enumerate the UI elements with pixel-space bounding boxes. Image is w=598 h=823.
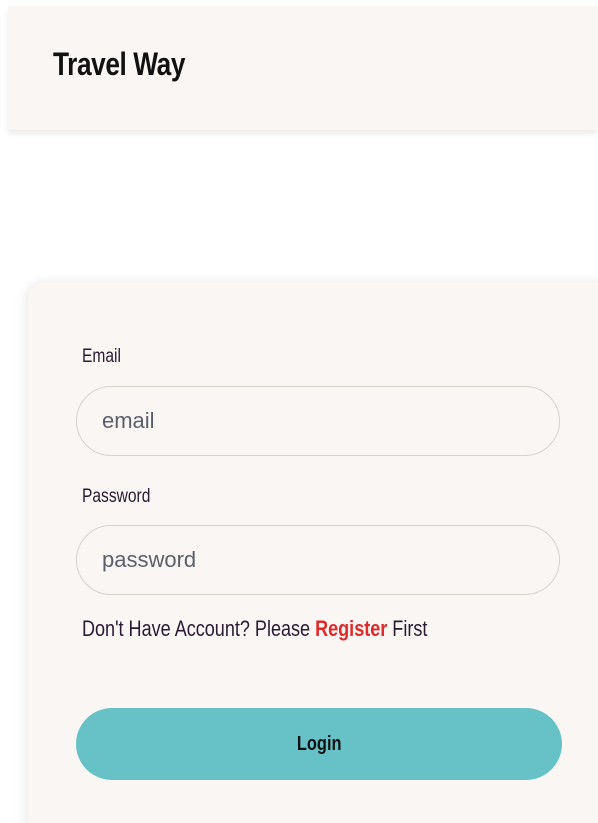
register-prompt: Don't Have Account? Please Register Firs… <box>82 616 427 642</box>
register-prompt-prefix: Don't Have Account? Please <box>82 616 316 641</box>
register-link[interactable]: Register <box>315 616 387 641</box>
email-label: Email <box>82 346 121 367</box>
login-button-label: Login <box>296 732 342 755</box>
login-card: Email Password Don't Have Account? Pleas… <box>28 282 598 823</box>
register-prompt-suffix: First <box>387 616 428 641</box>
brand-logo-text[interactable]: Travel Way <box>53 46 185 83</box>
password-field[interactable] <box>76 525 560 595</box>
navbar: Travel Way <box>8 6 598 130</box>
page: Travel Way Email Password Don't Have Acc… <box>0 0 598 823</box>
password-label: Password <box>82 486 151 507</box>
login-button[interactable]: Login <box>76 708 562 780</box>
email-field[interactable] <box>76 386 560 456</box>
